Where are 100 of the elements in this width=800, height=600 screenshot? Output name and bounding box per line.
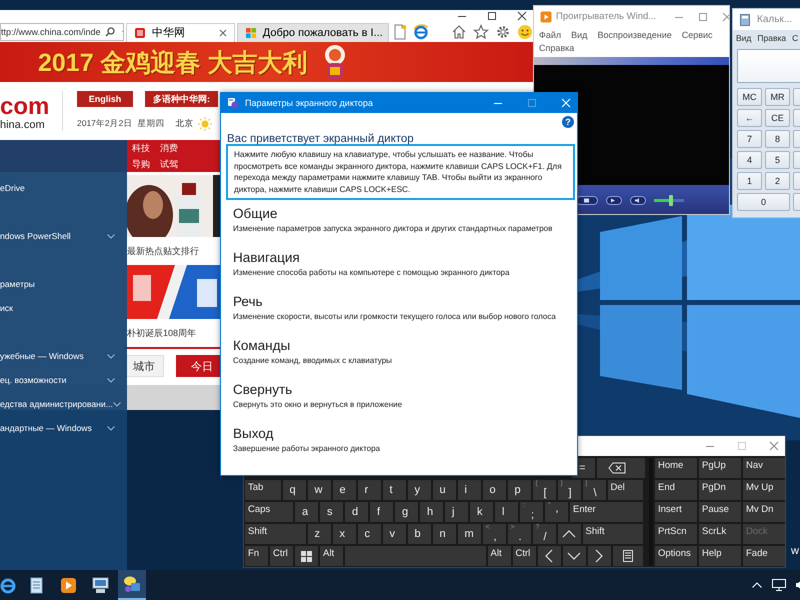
keyboard-key[interactable]: q xyxy=(282,480,306,500)
menu-item[interactable]: Воспроизведение xyxy=(597,30,672,40)
keyboard-key[interactable]: Alt xyxy=(320,546,343,566)
keyboard-key[interactable]: z xyxy=(308,524,330,544)
keyboard-key[interactable]: Del xyxy=(608,480,643,500)
keyboard-key[interactable]: Fade xyxy=(743,546,785,566)
menu-item[interactable]: Справка xyxy=(539,43,574,53)
nav-link[interactable]: 导购 xyxy=(132,158,160,170)
keyboard-key[interactable]: PgDn xyxy=(699,480,741,500)
menu-item[interactable]: С xyxy=(792,33,798,43)
keyboard-key[interactable]: ScrLk xyxy=(699,524,741,544)
page-tab[interactable]: 城市 xyxy=(124,355,164,377)
keyboard-key[interactable]: Help xyxy=(699,546,741,566)
headline-link[interactable]: 最新热点贴文排行 xyxy=(127,245,199,257)
keyboard-key[interactable]: PrtScn xyxy=(655,524,697,544)
keyboard-key[interactable]: End xyxy=(655,480,697,500)
keyboard-key[interactable]: a xyxy=(295,502,318,522)
keyboard-key[interactable]: h xyxy=(420,502,443,522)
section-link[interactable]: Выход xyxy=(233,424,577,443)
keyboard-key[interactable]: y xyxy=(408,480,430,500)
keyboard-key[interactable]: Shift xyxy=(582,524,643,544)
section-link[interactable]: Навигация xyxy=(233,248,577,267)
keyboard-key[interactable]: Alt xyxy=(488,546,510,566)
date-text: 2017年2月2日 xyxy=(77,118,132,130)
calculator-key[interactable]: 7 xyxy=(737,130,762,148)
calculator-key[interactable]: 8 xyxy=(765,130,790,148)
keyboard-key[interactable]: d xyxy=(345,502,368,522)
calculator-key[interactable]: 4 xyxy=(737,151,762,169)
menu-item[interactable]: ец. возможности xyxy=(0,375,107,385)
menu-item[interactable]: Вид xyxy=(736,33,752,43)
menu-item[interactable]: Сервис xyxy=(682,30,713,40)
keyboard-key[interactable]: Pause xyxy=(699,502,741,522)
keyboard-key[interactable]: Ctrl xyxy=(512,546,536,566)
section-link[interactable]: Речь xyxy=(233,292,577,311)
nav-link[interactable]: 消费 xyxy=(160,142,188,154)
keyboard-key[interactable]: l xyxy=(495,502,518,522)
keyboard-key[interactable]: Mv Up xyxy=(743,480,785,500)
menu-item[interactable]: едства администрировани... xyxy=(0,399,113,409)
address-field[interactable]: ttp://www.china.com/inde xyxy=(0,23,124,41)
calculator-key[interactable]: 2 xyxy=(765,172,790,190)
keyboard-key[interactable]: Mv Dn xyxy=(743,502,785,522)
calculator-key[interactable]: CE xyxy=(765,109,790,127)
calculator-key[interactable]: 5 xyxy=(765,151,790,169)
keyboard-key[interactable]: k xyxy=(470,502,493,522)
browser-tab[interactable]: 中华网 xyxy=(126,22,235,42)
keyboard-key[interactable]: Tab xyxy=(245,480,280,500)
keyboard-key[interactable]: e xyxy=(332,480,356,500)
keyboard-key[interactable]: Ctrl xyxy=(270,546,293,566)
keyboard-key[interactable]: v xyxy=(382,524,406,544)
menu-item[interactable]: ужебные — Windows xyxy=(0,351,107,361)
keyboard-key[interactable]: Insert xyxy=(655,502,697,522)
menu-item[interactable]: Правка xyxy=(757,33,786,43)
language-button[interactable]: English xyxy=(77,91,133,107)
language-button[interactable]: 多语种中华网: xyxy=(145,91,218,107)
keyboard-key[interactable]: p xyxy=(508,480,530,500)
keyboard-key[interactable]: x xyxy=(332,524,356,544)
keyboard-key[interactable]: PgUp xyxy=(699,458,741,478)
menu-item[interactable]: Вид xyxy=(571,30,588,40)
calculator-key[interactable]: MC xyxy=(737,88,762,106)
keyboard-key[interactable]: n xyxy=(432,524,456,544)
browser-tab[interactable]: Добро пожаловать в I... xyxy=(236,22,389,42)
section-description: Свернуть это окно и вернуться в приложение xyxy=(233,399,404,410)
calculator-key[interactable]: ← xyxy=(737,109,762,127)
keyboard-key[interactable]: c xyxy=(358,524,380,544)
section-link[interactable]: Общие xyxy=(233,204,577,223)
keyboard-key[interactable]: Caps xyxy=(245,502,293,522)
keyboard-key[interactable]: b xyxy=(408,524,430,544)
help-button[interactable]: ? xyxy=(562,116,574,128)
keyboard-key[interactable]: m xyxy=(458,524,480,544)
keyboard-key[interactable]: Enter xyxy=(570,502,643,522)
menu-item[interactable]: андартные — Windows xyxy=(0,423,107,433)
section-link[interactable]: Команды xyxy=(233,336,577,355)
keyboard-key[interactable]: Fn xyxy=(245,546,268,566)
calculator-key[interactable]: MR xyxy=(765,88,790,106)
keyboard-key[interactable]: r xyxy=(358,480,380,500)
menu-item[interactable]: ndows PowerShell xyxy=(0,231,107,241)
keyboard-key[interactable]: s xyxy=(320,502,343,522)
menu-item[interactable]: раметры xyxy=(0,279,115,289)
keyboard-key[interactable]: o xyxy=(482,480,506,500)
menu-item[interactable]: eDrive xyxy=(0,183,115,193)
menu-item[interactable]: иск xyxy=(0,303,115,313)
nav-link[interactable]: 科技 xyxy=(132,142,160,154)
keyboard-key[interactable]: Nav xyxy=(743,458,785,478)
calculator-key[interactable]: 0 xyxy=(737,193,790,211)
keyboard-key[interactable]: w xyxy=(308,480,330,500)
section-link[interactable]: Свернуть xyxy=(233,380,577,399)
keyboard-key[interactable]: Options xyxy=(655,546,697,566)
headline-link[interactable]: 朴初诞辰108周年 xyxy=(127,327,196,339)
keyboard-key[interactable]: i xyxy=(458,480,480,500)
keyboard-key[interactable]: t xyxy=(382,480,406,500)
keyboard-key[interactable]: g xyxy=(395,502,418,522)
site-domain: hina.com xyxy=(0,118,46,132)
keyboard-key[interactable]: f xyxy=(370,502,393,522)
menu-item[interactable]: Файл xyxy=(539,30,562,40)
keyboard-key[interactable]: Shift xyxy=(245,524,306,544)
nav-link[interactable]: 试驾 xyxy=(160,158,188,170)
keyboard-key[interactable]: Home xyxy=(655,458,697,478)
keyboard-key[interactable]: j xyxy=(445,502,468,522)
calculator-key[interactable]: 1 xyxy=(737,172,762,190)
keyboard-key[interactable]: u xyxy=(432,480,456,500)
